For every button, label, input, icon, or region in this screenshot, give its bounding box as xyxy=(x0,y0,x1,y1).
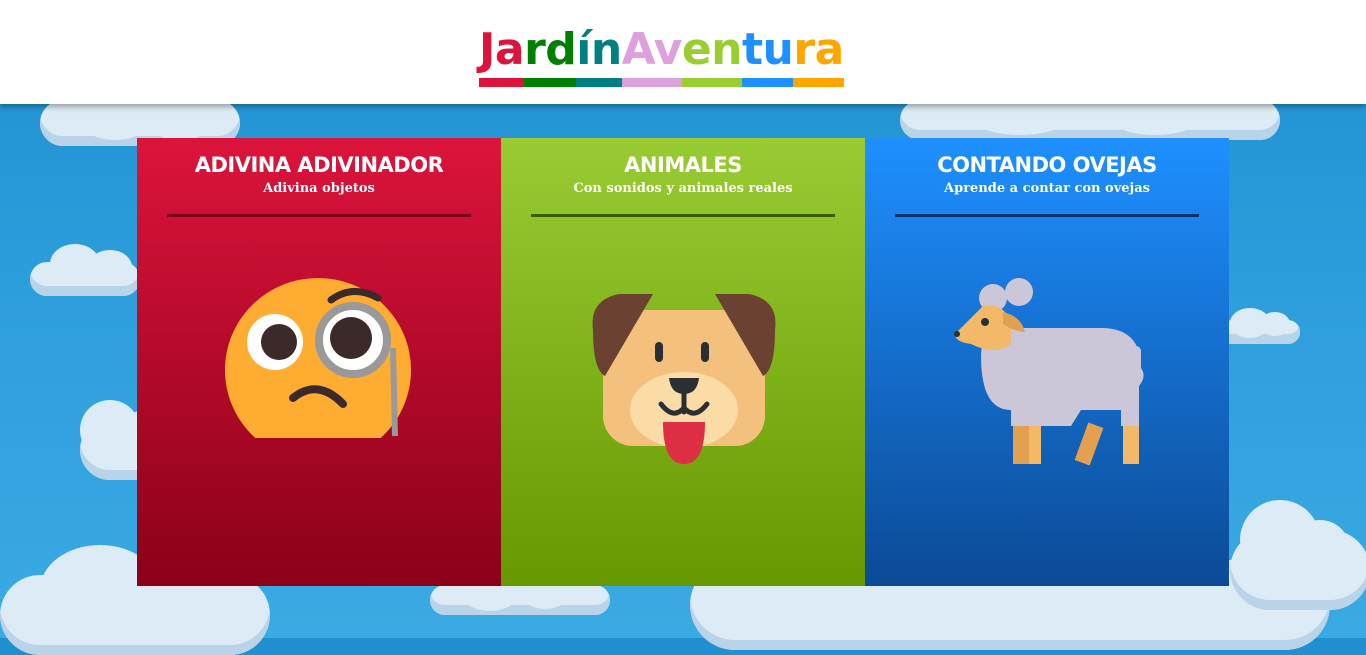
site-header: Ja rd ín Av en tu ra xyxy=(0,0,1366,104)
sheep-icon xyxy=(954,278,1144,466)
card-subtitle: Adivina objetos xyxy=(263,181,375,196)
dog-face-icon xyxy=(592,294,776,464)
cloud xyxy=(1220,308,1300,344)
card-divider xyxy=(167,214,471,217)
logo-segment: ra xyxy=(793,22,844,88)
card-animales[interactable]: ANIMALES Con sonidos y animales reales xyxy=(501,138,865,586)
cloud xyxy=(900,75,1280,140)
card-divider xyxy=(895,214,1199,217)
cloud xyxy=(430,571,610,615)
site-logo[interactable]: Ja rd ín Av en tu ra xyxy=(479,22,887,88)
cloud xyxy=(0,545,270,655)
card-title: ADIVINA ADIVINADOR xyxy=(194,153,444,177)
card-subtitle: Aprende a contar con ovejas xyxy=(944,181,1150,196)
logo-segment: ín xyxy=(576,22,622,88)
game-cards: ADIVINA ADIVINADOR Adivina objetos ANIMA… xyxy=(137,138,1229,586)
card-title: CONTANDO OVEJAS xyxy=(937,153,1157,177)
logo-segment: en xyxy=(681,22,743,88)
monocle-face-icon xyxy=(225,278,411,438)
logo-segment: Ja xyxy=(479,22,525,88)
logo-segment: rd xyxy=(524,22,577,88)
cloud xyxy=(30,244,140,296)
card-contando-ovejas[interactable]: CONTANDO OVEJAS Aprende a contar con ove… xyxy=(865,138,1229,586)
card-subtitle: Con sonidos y animales reales xyxy=(573,181,793,196)
logo-segment: Av xyxy=(621,22,682,88)
card-divider xyxy=(531,214,835,217)
card-adivina-adivinador[interactable]: ADIVINA ADIVINADOR Adivina objetos xyxy=(137,138,501,586)
card-title: ANIMALES xyxy=(624,153,742,177)
cloud xyxy=(1230,500,1366,610)
logo-segment: tu xyxy=(742,22,794,88)
